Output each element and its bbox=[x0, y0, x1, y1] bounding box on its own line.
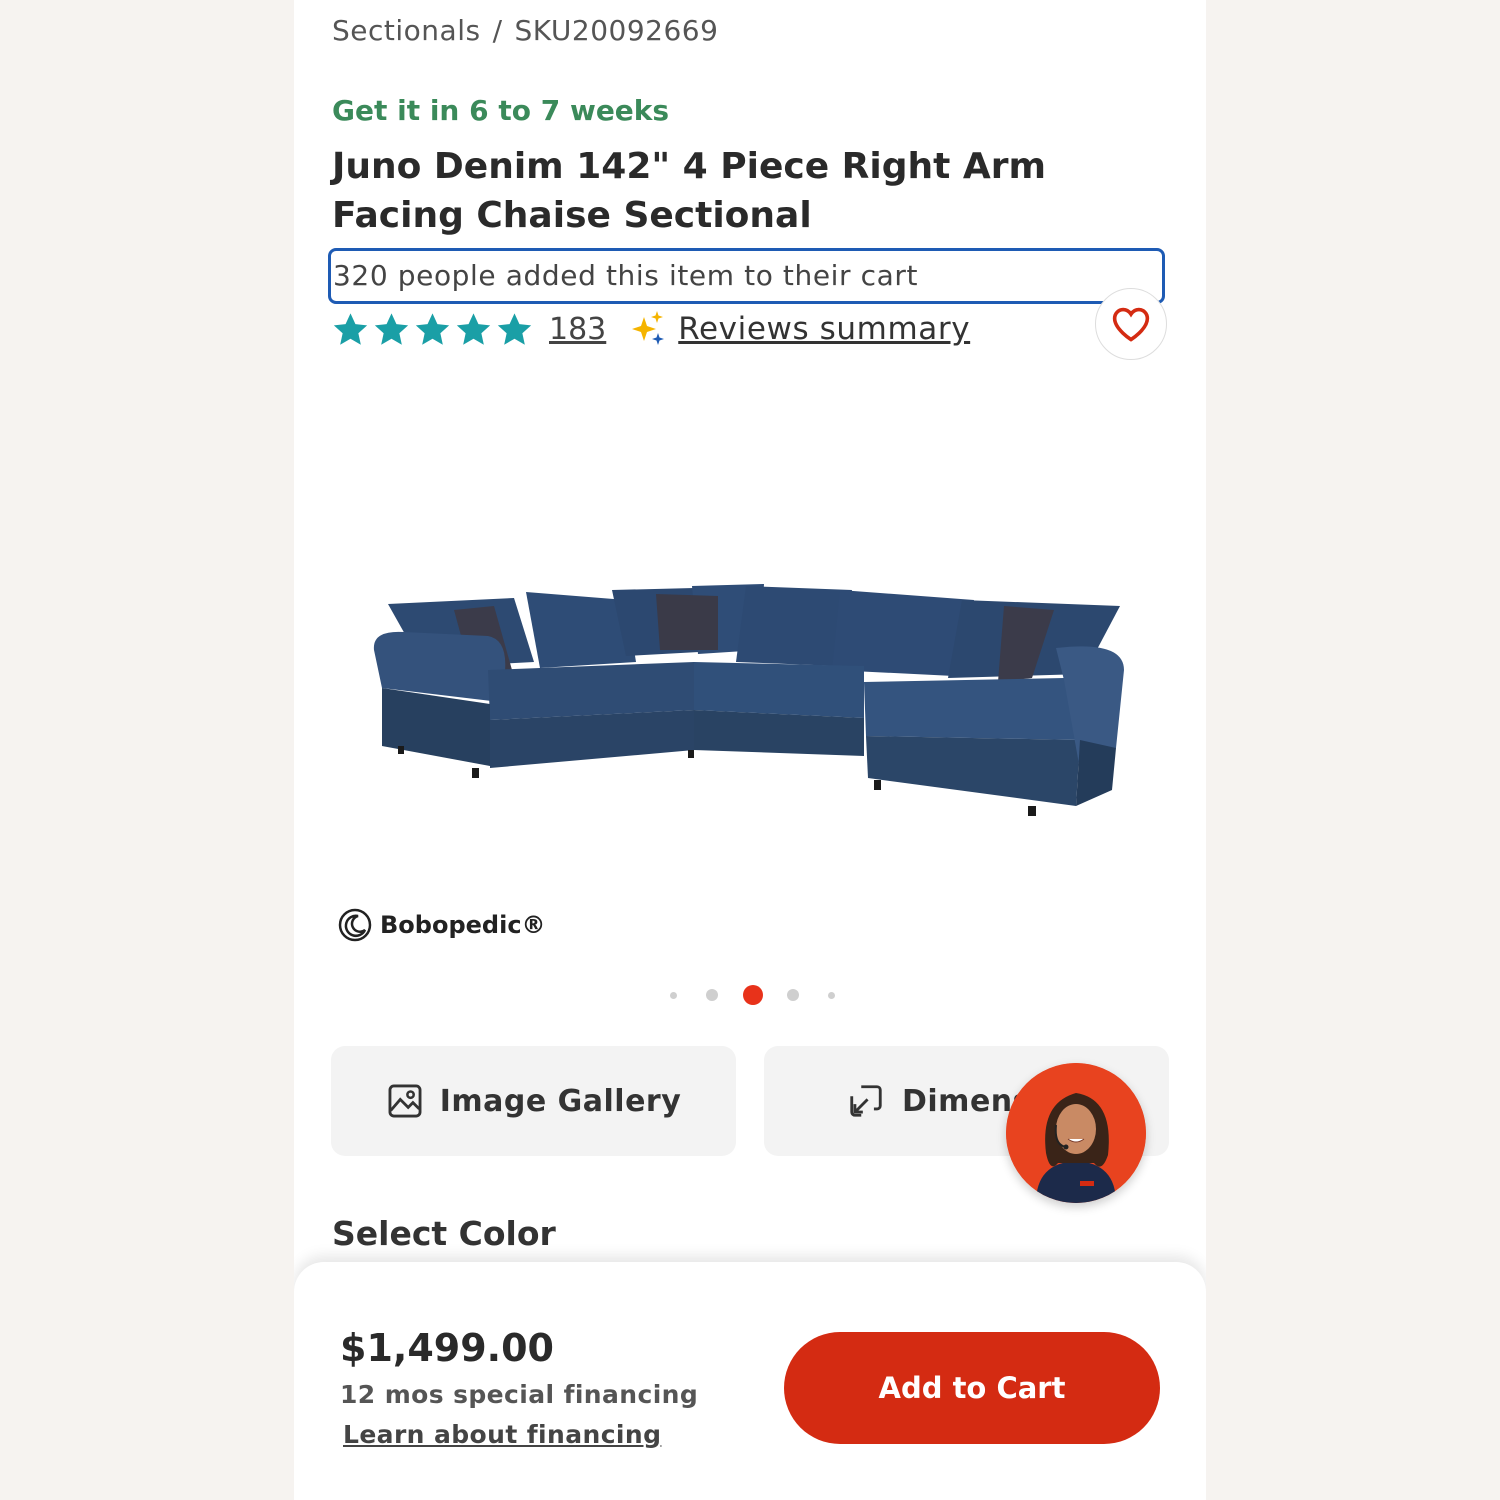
add-to-cart-button[interactable]: Add to Cart bbox=[784, 1332, 1160, 1444]
price: $1,499.00 bbox=[340, 1326, 554, 1370]
image-gallery-button[interactable]: Image Gallery bbox=[331, 1046, 736, 1156]
bobopedic-logo-icon bbox=[338, 908, 372, 942]
carousel-dot[interactable] bbox=[670, 991, 677, 999]
star-icon bbox=[415, 312, 450, 345]
carousel-dot[interactable] bbox=[828, 991, 835, 999]
cart-count-notice: 320 people added this item to their cart bbox=[328, 248, 1165, 304]
financing-text: 12 mos special financing bbox=[340, 1380, 699, 1409]
rating-row: 183 Reviews summary bbox=[332, 306, 970, 352]
agent-avatar-icon bbox=[1006, 1063, 1146, 1203]
reviews-summary-link[interactable]: Reviews summary bbox=[678, 311, 970, 347]
heart-icon bbox=[1112, 307, 1150, 342]
star-icon bbox=[374, 312, 409, 345]
carousel-dot-active[interactable] bbox=[743, 985, 763, 1005]
brand-badge: Bobopedic® bbox=[338, 908, 546, 942]
chat-agent-avatar[interactable] bbox=[1006, 1063, 1146, 1203]
purchase-bar: $1,499.00 12 mos special financing Learn… bbox=[294, 1262, 1206, 1500]
carousel-dot[interactable] bbox=[706, 989, 718, 1001]
carousel-dot[interactable] bbox=[787, 989, 799, 1001]
breadcrumb-sku: SKU20092669 bbox=[514, 14, 719, 47]
review-count-link[interactable]: 183 bbox=[549, 312, 606, 347]
star-icon bbox=[456, 312, 491, 345]
image-gallery-label: Image Gallery bbox=[439, 1083, 682, 1119]
star-rating bbox=[332, 311, 533, 348]
learn-financing-link[interactable]: Learn about financing bbox=[343, 1420, 661, 1449]
star-icon bbox=[497, 312, 532, 345]
star-icon bbox=[333, 312, 368, 345]
resize-icon bbox=[850, 1085, 882, 1117]
image-icon bbox=[388, 1084, 422, 1118]
carousel-pagination bbox=[670, 984, 835, 1006]
brand-name: Bobopedic® bbox=[380, 911, 546, 939]
breadcrumb-category-link[interactable]: Sectionals bbox=[332, 14, 481, 47]
select-color-heading: Select Color bbox=[332, 1214, 556, 1253]
ai-sparkle-icon bbox=[632, 311, 665, 345]
favorite-button[interactable] bbox=[1095, 288, 1167, 360]
breadcrumb: Sectionals / SKU20092669 bbox=[332, 14, 718, 47]
product-page: Sectionals / SKU20092669 Get it in 6 to 7 … bbox=[294, 0, 1206, 1500]
breadcrumb-separator: / bbox=[492, 14, 503, 47]
product-title: Juno Denim 142" 4 Piece Right Arm Facing… bbox=[332, 146, 1047, 236]
delivery-estimate: Get it in 6 to 7 weeks bbox=[332, 94, 670, 127]
product-image[interactable] bbox=[364, 570, 1144, 830]
